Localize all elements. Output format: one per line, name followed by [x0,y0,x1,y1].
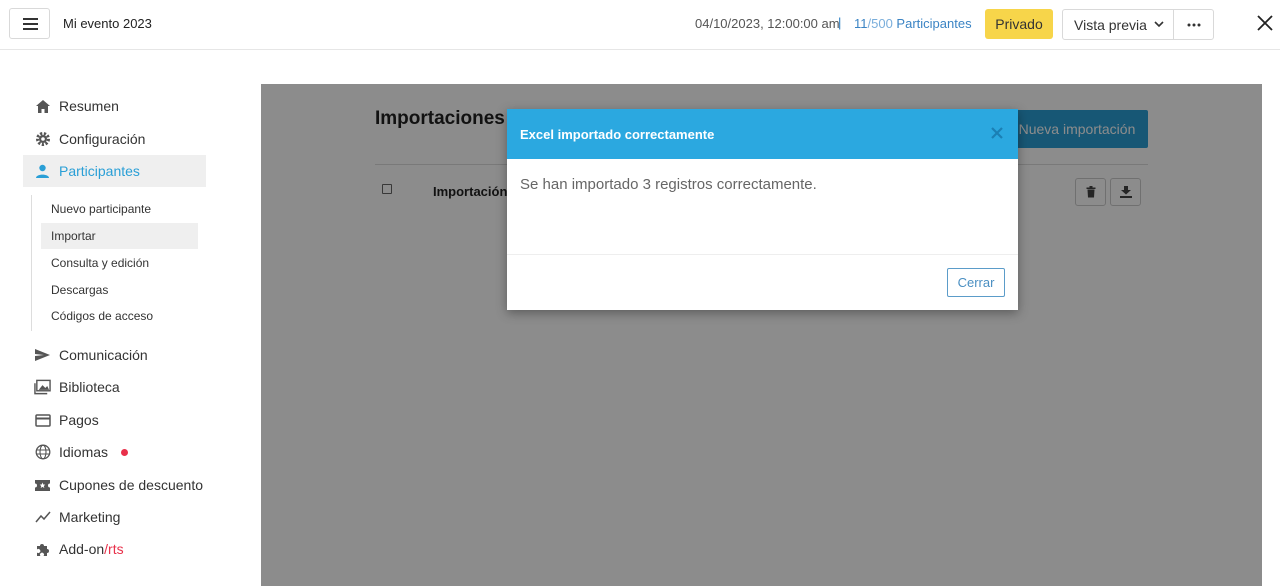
sidebar-item-configuracion[interactable]: Configuración [23,123,206,155]
submenu-item-descargas[interactable]: Descargas [41,277,198,303]
participants-counter[interactable]: 11/500 Participantes [854,16,972,31]
cerrar-button[interactable]: Cerrar [947,268,1005,297]
sidebar-item-label: Participantes [59,163,140,179]
submenu-item-codigos-acceso[interactable]: Códigos de acceso [41,303,198,329]
sidebar-item-label: Comunicación [59,347,148,363]
participantes-submenu: Nuevo participante Importar Consulta y e… [31,195,201,331]
user-icon [34,163,51,180]
addon-label-accent: /rts [104,541,124,557]
chevron-down-icon [1154,21,1164,28]
sidebar-item-label: Biblioteca [59,379,120,395]
sidebar-item-label: Configuración [59,131,146,147]
notification-dot [121,448,129,456]
sidebar-item-idiomas[interactable]: Idiomas [23,436,206,468]
modal-title: Excel importado correctamente [520,126,715,142]
addon-label: Add-on [59,541,105,557]
vista-previa-label: Vista previa [1074,16,1147,33]
modal-header: Excel importado correctamente [507,109,1018,159]
puzzle-icon [34,541,51,558]
credit-card-icon [34,412,51,429]
close-icon[interactable] [1256,14,1274,32]
hamburger-menu-button[interactable] [9,8,50,39]
sidebar-item-pagos[interactable]: Pagos [23,404,206,436]
home-icon [34,98,51,115]
participants-label: Participantes [892,16,972,31]
globe-icon [34,444,51,461]
hamburger-icon-line [23,18,38,20]
sidebar: Resumen Configuración Participantes Nuev… [0,50,260,586]
top-bar: Mi evento 2023 04/10/2023, 12:00:00 am |… [0,0,1280,50]
participants-total: /500 [867,16,893,31]
close-icon[interactable] [990,126,1004,140]
sidebar-item-biblioteca[interactable]: Biblioteca [23,371,206,403]
event-title: Mi evento 2023 [63,16,152,31]
send-icon [34,347,51,364]
sidebar-item-resumen[interactable]: Resumen [23,90,206,122]
modal-message: Se han importado 3 registros correctamen… [520,176,817,193]
submenu-item-consulta-edicion[interactable]: Consulta y edición [41,250,198,276]
vista-previa-button[interactable]: Vista previa [1062,9,1174,40]
sidebar-item-marketing[interactable]: Marketing [23,501,206,533]
sidebar-item-label: Pagos [59,412,99,428]
sidebar-item-label: Idiomas [59,444,109,460]
modal-divider [507,254,1018,255]
sidebar-item-label: Cupones de descuento [59,477,203,493]
sidebar-item-cupones[interactable]: Cupones de descuento [23,469,206,501]
sidebar-item-label: Marketing [59,509,121,525]
images-icon [34,379,51,396]
sidebar-item-participantes[interactable]: Participantes [23,155,206,187]
hamburger-icon-line [23,28,38,30]
sidebar-item-comunicacion[interactable]: Comunicación [23,339,206,371]
sidebar-item-addons[interactable]: Add-on/rts [23,533,206,565]
privado-button[interactable]: Privado [985,9,1053,39]
ellipsis-icon [1187,23,1200,26]
participants-count: 11 [854,16,868,31]
trend-icon [34,509,51,526]
submenu-item-importar[interactable]: Importar [41,223,198,249]
header-separator: | [838,15,842,30]
more-options-button[interactable] [1173,9,1214,40]
sidebar-item-label: Add-on/rts [59,541,124,557]
ticket-icon [34,477,51,494]
event-date: 04/10/2023, 12:00:00 am [695,16,840,31]
submenu-item-nuevo-participante[interactable]: Nuevo participante [41,196,198,222]
gear-icon [34,131,51,148]
success-modal: Excel importado correctamente Se han imp… [507,109,1018,310]
sidebar-item-label: Resumen [59,98,119,114]
hamburger-icon-line [23,23,38,25]
